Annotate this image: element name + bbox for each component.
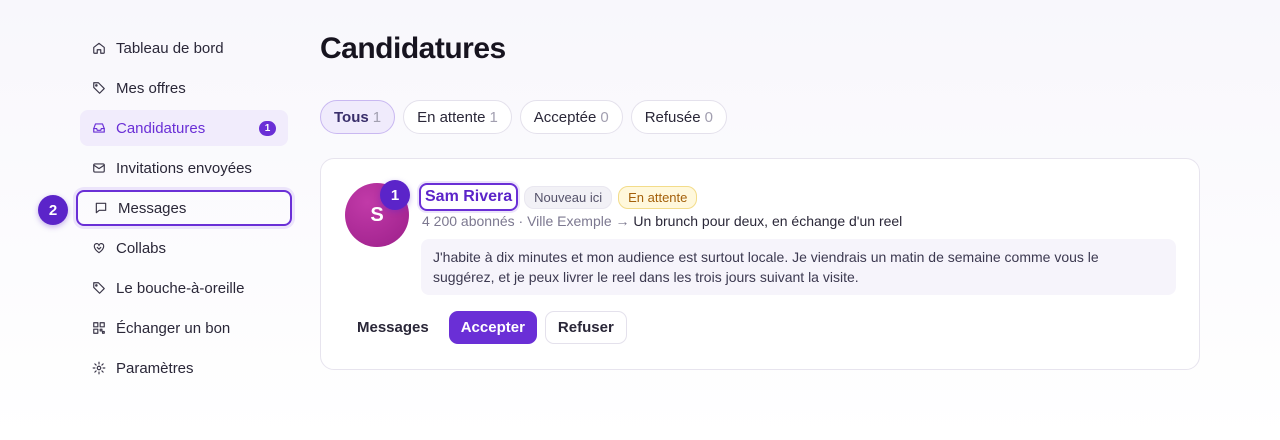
accept-button[interactable]: Accepter	[448, 311, 537, 344]
tab-count: 0	[600, 108, 609, 126]
qr-icon	[92, 321, 106, 335]
applications-count-badge: 1	[259, 121, 276, 136]
offer-title: Un brunch pour deux, en échange d'un ree…	[633, 213, 903, 229]
sidebar-item-label: Collabs	[116, 239, 167, 257]
applicant-meta: 4 200 abonnés · Ville Exemple → Un brunc…	[422, 213, 902, 229]
sidebar-item-messages[interactable]: Messages	[76, 190, 292, 226]
applicant-name-link[interactable]: Sam Rivera	[419, 183, 519, 211]
page-title: Candidatures	[320, 32, 506, 65]
tab-label: Acceptée	[533, 108, 597, 126]
step-marker-2: 2	[38, 195, 68, 225]
sidebar-item-my-offers[interactable]: Mes offres	[80, 70, 288, 106]
sidebar-item-applications[interactable]: Candidatures 1	[80, 110, 288, 146]
sidebar-item-collabs[interactable]: Collabs	[80, 230, 288, 266]
message-icon	[94, 201, 108, 215]
tab-count: 0	[704, 108, 713, 126]
refuse-button[interactable]: Refuser	[544, 311, 627, 344]
tab-all[interactable]: Tous 1	[320, 100, 396, 134]
tag-icon	[92, 281, 106, 295]
sidebar-item-label: Candidatures	[116, 119, 206, 137]
application-message: J'habite à dix minutes et mon audience e…	[421, 239, 1176, 295]
tab-accepted[interactable]: Acceptée 0	[519, 100, 623, 134]
sidebar-item-label: Le bouche-à-oreille	[116, 279, 245, 297]
step-marker-1: 1	[380, 180, 410, 210]
home-icon	[92, 41, 106, 55]
sidebar-item-dashboard[interactable]: Tableau de bord	[80, 30, 288, 66]
tab-label: Tous	[334, 108, 369, 126]
gear-icon	[92, 361, 106, 375]
tab-refused[interactable]: Refusée 0	[630, 100, 727, 134]
sidebar-item-word-of-mouth[interactable]: Le bouche-à-oreille	[80, 270, 288, 306]
sidebar-item-label: Messages	[118, 199, 187, 217]
new-badge: Nouveau ici	[524, 185, 613, 209]
filter-tabs: Tous 1 En attente 1 Acceptée 0 Refusée 0	[320, 100, 727, 134]
sidebar-nav: Tableau de bord Mes offres Candidatures …	[76, 30, 292, 390]
sidebar-item-label: Mes offres	[116, 79, 186, 97]
inbox-icon	[92, 121, 106, 135]
tab-label: En attente	[417, 108, 486, 126]
tag-icon	[92, 81, 106, 95]
sidebar-item-label: Échanger un bon	[116, 319, 231, 337]
sidebar-item-label: Paramètres	[116, 359, 194, 377]
sidebar-item-sent-invitations[interactable]: Invitations envoyées	[80, 150, 288, 186]
handshake-icon	[92, 241, 106, 255]
status-badge: En attente	[618, 185, 698, 209]
followers-location: 4 200 abonnés · Ville Exemple →	[422, 213, 634, 229]
tab-count: 1	[372, 108, 382, 126]
mail-icon	[92, 161, 106, 175]
sidebar-item-label: Tableau de bord	[116, 39, 224, 57]
tab-label: Refusée	[644, 108, 701, 126]
application-card: S Sam Rivera Nouveau ici En attente 4 20…	[320, 158, 1200, 370]
messages-button[interactable]: Messages	[345, 311, 441, 344]
applicant-header: Sam Rivera Nouveau ici En attente	[419, 183, 698, 211]
sidebar-item-label: Invitations envoyées	[116, 159, 252, 177]
card-actions: Messages Accepter Refuser	[345, 311, 627, 344]
sidebar-item-settings[interactable]: Paramètres	[80, 350, 288, 386]
sidebar-item-redeem-voucher[interactable]: Échanger un bon	[80, 310, 288, 346]
tab-count: 1	[489, 108, 498, 126]
tab-pending[interactable]: En attente 1	[403, 100, 512, 134]
